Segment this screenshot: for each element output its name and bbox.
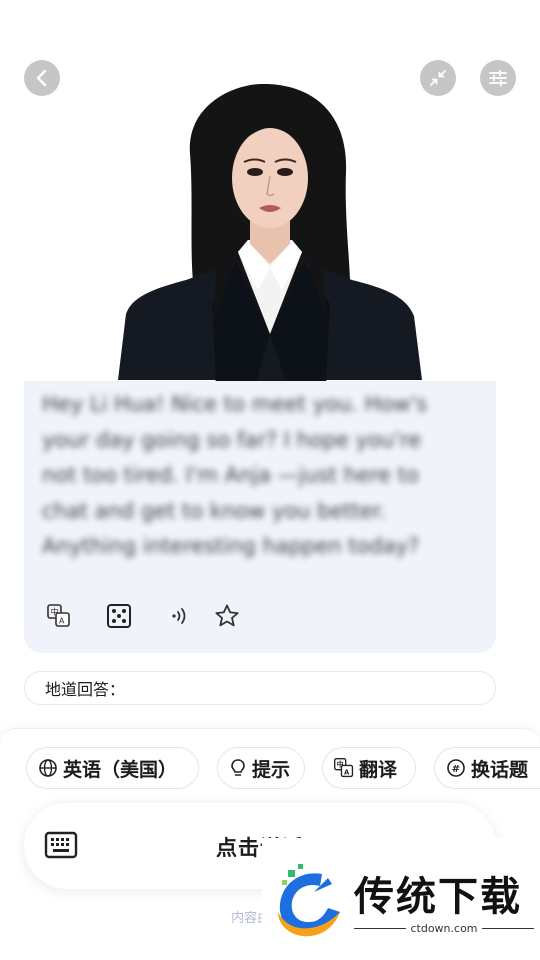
globe-icon — [37, 757, 59, 779]
language-chip[interactable]: 英语（美国） — [26, 747, 199, 789]
idiomatic-answer-label: 地道回答： — [45, 680, 126, 699]
language-chip-label: 英语（美国） — [63, 758, 178, 781]
svg-text:#: # — [452, 764, 460, 775]
translate-chip[interactable]: 中A 翻译 — [322, 747, 416, 789]
collapse-arrows-icon — [430, 70, 446, 86]
settings-button[interactable] — [480, 60, 516, 96]
idiomatic-answer-bar[interactable]: 地道回答： — [24, 671, 496, 705]
minimize-button[interactable] — [420, 60, 456, 96]
change-topic-chip-label: 换话题 — [471, 758, 529, 781]
change-topic-chip[interactable]: # 换话题 — [434, 747, 540, 789]
site-watermark: 传统下载 ctdown.com — [262, 838, 540, 960]
lightbulb-icon — [228, 757, 248, 779]
watermark-logo-icon — [278, 864, 340, 937]
hint-chip[interactable]: 提示 — [217, 747, 305, 789]
translate-icon: 中A — [333, 757, 355, 779]
ai-message-bubble: Hey Li Hua! Nice to meet you. How's your… — [24, 381, 496, 653]
favorite-button[interactable] — [212, 601, 242, 631]
watermark-title: 传统下载 — [354, 874, 522, 920]
ai-character-avatar — [118, 84, 422, 382]
translate-chip-label: 翻译 — [359, 758, 398, 781]
back-button[interactable] — [24, 60, 60, 96]
svg-text:中: 中 — [337, 760, 344, 769]
play-audio-button[interactable] — [164, 601, 194, 631]
watermark-domain: ctdown.com — [354, 922, 534, 935]
chevron-left-icon — [36, 69, 47, 87]
svg-text:A: A — [344, 768, 350, 776]
ai-message-text: Hey Li Hua! Nice to meet you. How's your… — [42, 392, 428, 558]
svg-text:中: 中 — [51, 607, 59, 617]
watermark-domain-text: ctdown.com — [410, 922, 478, 935]
hashtag-bubble-icon: # — [445, 757, 467, 779]
translate-message-button[interactable]: 中 A — [44, 601, 74, 631]
random-reply-button[interactable] — [104, 601, 134, 631]
svg-text:A: A — [59, 617, 65, 626]
translate-icon: 中 A — [47, 604, 70, 627]
star-icon — [215, 604, 239, 627]
audio-wave-icon — [172, 608, 186, 624]
dice-icon — [107, 604, 131, 628]
sliders-icon — [489, 69, 507, 87]
hint-chip-label: 提示 — [252, 758, 291, 781]
